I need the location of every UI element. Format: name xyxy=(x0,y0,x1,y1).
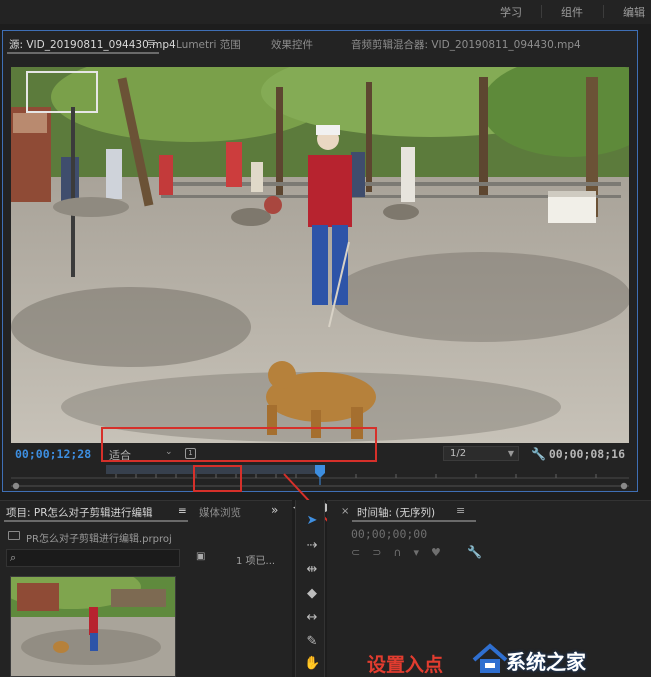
project-title[interactable]: 项目: PR怎么对子剪辑进行编辑 xyxy=(6,505,153,520)
active-tab-indicator xyxy=(352,520,476,522)
panel-menu-icon[interactable]: ≡ xyxy=(178,505,187,517)
new-bin-icon[interactable]: ▣ xyxy=(196,551,205,562)
search-icon: ⌕ xyxy=(10,551,17,564)
logo-house-icon xyxy=(472,643,508,673)
wrench-icon[interactable]: 🔧 xyxy=(467,545,482,559)
annotation-label: 设置入点 xyxy=(367,654,444,676)
timeline-timecode[interactable]: 00;00;00;00 xyxy=(351,527,427,541)
ripple-edit-tool-icon[interactable]: ⇹ xyxy=(304,562,320,577)
pen-tool-icon[interactable]: ✎ xyxy=(304,634,320,649)
hand-tool-icon[interactable]: ✋ xyxy=(304,656,320,671)
watermark-logo: 系统之家 xyxy=(470,640,651,677)
track-select-tool-icon[interactable]: ⇢ xyxy=(304,538,320,553)
watermark-text: 系统之家 xyxy=(506,650,586,674)
selection-tool-icon[interactable]: ➤ xyxy=(304,513,320,528)
active-tab-indicator xyxy=(4,520,188,522)
tools-panel: ➤ ⇢ ⇹ ◆ ↔ ✎ ✋ xyxy=(295,500,325,677)
clip-thumbnail-illustration xyxy=(11,577,175,676)
close-icon[interactable]: × xyxy=(341,506,349,517)
clip-thumbnail[interactable] xyxy=(10,576,176,677)
more-panels-icon[interactable]: » xyxy=(271,503,278,517)
item-count: 1 项已... xyxy=(236,556,276,567)
project-file-name: PR怎么对子剪辑进行编辑.prproj xyxy=(26,534,172,545)
timeline-tool-icons: ⊂⊃∩▾♥ xyxy=(351,546,453,559)
folder-icon xyxy=(8,531,20,540)
razor-tool-icon[interactable]: ◆ xyxy=(304,586,320,601)
panel-menu-icon[interactable]: ≡ xyxy=(456,504,465,517)
tab-media-browser[interactable]: 媒体浏览 xyxy=(199,505,241,520)
timeline-title[interactable]: 时间轴: (无序列) xyxy=(357,505,435,520)
search-input[interactable]: ⌕ xyxy=(6,549,180,567)
slip-tool-icon[interactable]: ↔ xyxy=(304,610,320,625)
